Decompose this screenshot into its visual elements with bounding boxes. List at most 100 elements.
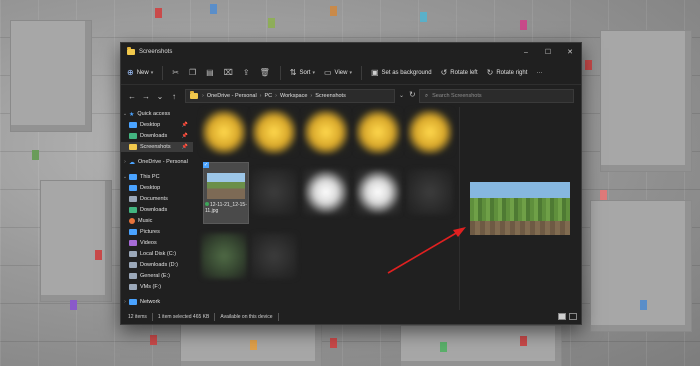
- address-bar[interactable]: › OneDrive - Personal › PC › Workspace ›…: [185, 89, 395, 103]
- search-box[interactable]: ⌕ Search Screenshots: [419, 89, 574, 103]
- chevron-right-icon: ›: [124, 159, 126, 165]
- blurred-file-thumbnail[interactable]: [201, 233, 247, 279]
- sidebar-item-onedrive[interactable]: › ☁ OneDrive - Personal: [121, 157, 193, 167]
- file-name-text: 12-11-21_12-15-11.jpg: [205, 202, 247, 214]
- sort-button[interactable]: ⇅ Sort ▾: [290, 68, 315, 77]
- breadcrumb-separator-icon: ›: [259, 93, 262, 99]
- copy-icon[interactable]: ❐: [189, 68, 196, 77]
- status-divider: [151, 313, 153, 321]
- blurred-folder-thumbnail[interactable]: [251, 109, 297, 155]
- sidebar-item-documents[interactable]: Documents: [121, 194, 193, 204]
- videos-icon: [129, 240, 137, 246]
- blurred-folder-thumbnail[interactable]: [201, 109, 247, 155]
- desktop-icon: [129, 122, 137, 128]
- sidebar-item-downloads-pinned[interactable]: Downloads 📌: [121, 131, 193, 141]
- sidebar-item-local-disk-c[interactable]: Local Disk (C:): [121, 249, 193, 259]
- refresh-icon[interactable]: ↻: [409, 90, 416, 99]
- sidebar-item-downloads-d[interactable]: Downloads (D:): [121, 260, 193, 270]
- breadcrumb-onedrive[interactable]: OneDrive - Personal: [207, 93, 257, 99]
- selected-file-tile[interactable]: ✓ 12-11-21_12-15-11.jpg: [203, 162, 249, 224]
- breadcrumb-workspace[interactable]: Workspace: [280, 93, 307, 99]
- background-block: [40, 180, 112, 302]
- breadcrumb-screenshots[interactable]: Screenshots: [315, 93, 346, 99]
- drive-icon: [129, 273, 137, 279]
- background-tile: [150, 335, 157, 345]
- sidebar-item-desktop[interactable]: Desktop: [121, 183, 193, 193]
- chevron-down-icon: ▾: [312, 69, 315, 76]
- sidebar-item-screenshots[interactable]: Screenshots 📌: [121, 142, 193, 152]
- address-dropdown-icon[interactable]: ⌄: [399, 92, 404, 99]
- blurred-folder-thumbnail[interactable]: [407, 109, 453, 155]
- sync-status-icon: [205, 202, 209, 206]
- background-tile: [520, 20, 527, 30]
- sidebar-item-label: Desktop: [140, 122, 161, 128]
- share-icon[interactable]: ⇪: [243, 68, 250, 77]
- sidebar-item-label: Downloads: [140, 133, 168, 139]
- sidebar-item-music[interactable]: Music: [121, 216, 193, 226]
- sidebar-item-pictures[interactable]: Pictures: [121, 227, 193, 237]
- checkbox-checked-icon[interactable]: ✓: [203, 162, 209, 168]
- rotate-left-button[interactable]: ↺ Rotate left: [441, 68, 478, 77]
- window-controls: – ☐ ✕: [515, 43, 581, 61]
- blurred-file-thumbnail[interactable]: [251, 169, 297, 215]
- sort-icon: ⇅: [289, 68, 297, 77]
- up-button[interactable]: ↑: [167, 92, 181, 101]
- status-bar: 12 items 1 item selected 465 KB Availabl…: [121, 310, 581, 324]
- sidebar-item-downloads[interactable]: Downloads: [121, 205, 193, 215]
- pin-icon: 📌: [181, 122, 188, 128]
- rename-icon[interactable]: ⌧: [224, 68, 233, 77]
- items-count: 12 items: [128, 314, 147, 320]
- plus-icon: ⊕: [127, 68, 134, 77]
- background-block: [400, 325, 562, 366]
- music-icon: [129, 218, 135, 224]
- sidebar-item-this-pc[interactable]: ⌄ This PC: [121, 172, 193, 182]
- blurred-folder-thumbnail[interactable]: [303, 109, 349, 155]
- pin-icon: 📌: [181, 144, 188, 150]
- paste-icon[interactable]: ▤: [206, 68, 214, 77]
- drive-icon: [129, 262, 137, 268]
- chevron-right-icon: ›: [124, 299, 126, 305]
- blurred-file-thumbnail[interactable]: [303, 169, 349, 215]
- large-icons-view-icon[interactable]: [569, 313, 577, 320]
- sidebar-item-vms-f[interactable]: VMs (F:): [121, 282, 193, 292]
- set-as-background-button[interactable]: ▣ Set as background: [371, 68, 432, 77]
- pictures-icon: [129, 229, 137, 235]
- sidebar-item-desktop-pinned[interactable]: Desktop 📌: [121, 120, 193, 130]
- sidebar-item-videos[interactable]: Videos: [121, 238, 193, 248]
- blurred-file-thumbnail[interactable]: [355, 169, 401, 215]
- breadcrumb-pc[interactable]: PC: [265, 93, 273, 99]
- sidebar-item-network[interactable]: › Network: [121, 297, 193, 307]
- blurred-file-thumbnail[interactable]: [407, 169, 453, 215]
- back-button[interactable]: ←: [125, 92, 139, 101]
- close-button[interactable]: ✕: [559, 43, 581, 61]
- blurred-folder-thumbnail[interactable]: [355, 109, 401, 155]
- minimize-button[interactable]: –: [515, 43, 537, 61]
- rotate-right-button[interactable]: ↻ Rotate right: [487, 68, 528, 77]
- sidebar-item-label: Music: [138, 218, 153, 224]
- details-view-icon[interactable]: [558, 313, 566, 320]
- address-row: ← → ⌄ ↑ › OneDrive - Personal › PC › Wor…: [121, 86, 581, 106]
- new-button[interactable]: ⊕ New ▾: [127, 68, 153, 77]
- sidebar-item-general-e[interactable]: General (E:): [121, 271, 193, 281]
- delete-icon[interactable]: 🗑: [260, 68, 270, 77]
- cut-icon[interactable]: ✂: [172, 68, 179, 77]
- blurred-file-thumbnail[interactable]: [251, 233, 297, 279]
- sidebar-item-label: General (E:): [140, 273, 170, 279]
- forward-button[interactable]: →: [139, 92, 153, 101]
- sidebar-item-label: Downloads (D:): [140, 262, 178, 268]
- background-block: [600, 30, 692, 172]
- breadcrumb-separator-icon: ›: [275, 93, 277, 99]
- background-block: [10, 20, 92, 132]
- background-tile: [330, 338, 337, 348]
- view-button[interactable]: ▭ View ▾: [324, 68, 352, 77]
- sidebar-item-label: Pictures: [140, 229, 160, 235]
- recent-locations-button[interactable]: ⌄: [153, 92, 167, 101]
- availability-status: Available on this device: [220, 314, 273, 320]
- maximize-button[interactable]: ☐: [537, 43, 559, 61]
- sidebar-item-quick-access[interactable]: ⌄ ★ Quick access: [121, 109, 193, 119]
- drive-icon: [129, 284, 137, 290]
- star-icon: ★: [129, 111, 135, 118]
- background-tile: [585, 60, 592, 70]
- more-options-button[interactable]: ···: [536, 70, 542, 76]
- sidebar-item-label: Screenshots: [140, 144, 171, 150]
